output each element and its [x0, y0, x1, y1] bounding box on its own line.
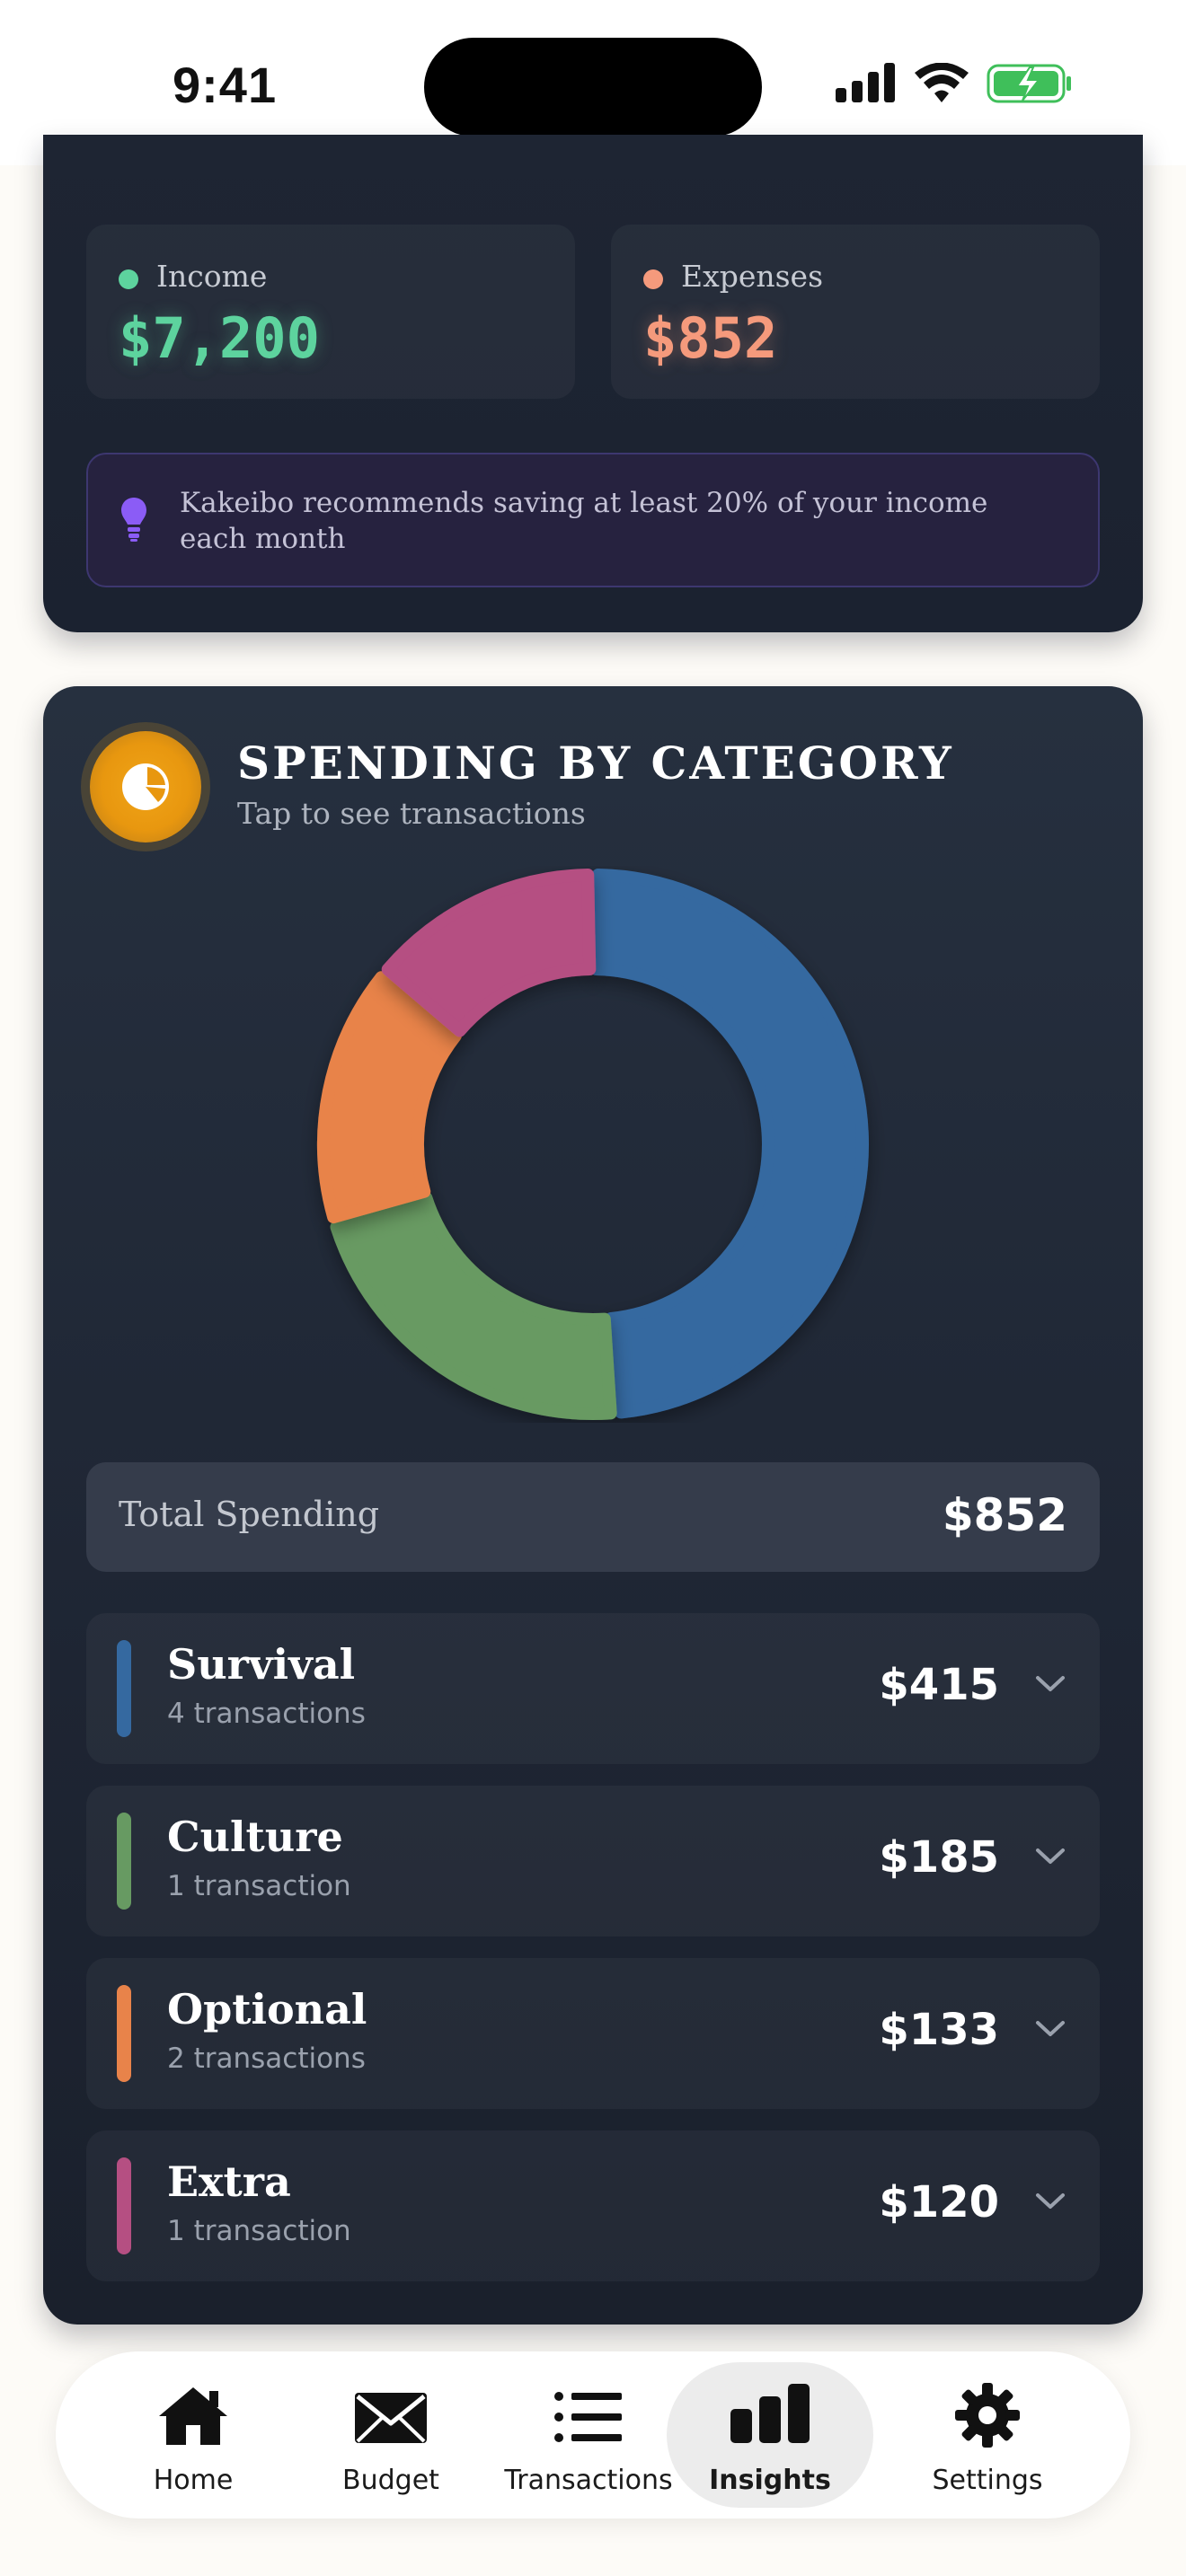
category-name: Survival	[167, 1640, 356, 1689]
chevron-down-icon[interactable]	[1035, 1674, 1066, 1694]
category-row-culture[interactable]: Culture 1 transaction $185	[86, 1786, 1100, 1936]
status-icons	[836, 63, 1078, 108]
category-color-bar	[117, 1640, 131, 1737]
gear-icon	[955, 2383, 1020, 2448]
tab-budget[interactable]: Budget	[288, 2362, 494, 2508]
envelope-icon	[355, 2393, 427, 2443]
income-label: Income	[156, 259, 268, 294]
chevron-down-icon[interactable]	[1035, 1847, 1066, 1866]
tab-bar: Home Budget Transactions Insights Settin…	[56, 2351, 1130, 2519]
category-count: 2 transactions	[167, 2042, 366, 2075]
chevron-down-icon[interactable]	[1035, 2192, 1066, 2211]
category-row-survival[interactable]: Survival 4 transactions $415	[86, 1613, 1100, 1764]
category-color-bar	[117, 1985, 131, 2082]
chevron-down-icon[interactable]	[1035, 2019, 1066, 2039]
income-dot	[119, 269, 138, 289]
section-subtitle: Tap to see transactions	[237, 796, 586, 831]
total-spending-label: Total Spending	[119, 1495, 380, 1534]
bar-chart-icon	[730, 2384, 810, 2443]
section-title: SPENDING BY CATEGORY	[237, 737, 954, 790]
pie-chart-badge	[90, 731, 201, 842]
category-color-bar	[117, 2157, 131, 2254]
category-name: Optional	[167, 1985, 367, 2033]
pie-chart-icon	[122, 763, 169, 810]
home-icon	[159, 2387, 227, 2445]
tab-insights[interactable]: Insights	[667, 2362, 873, 2508]
expenses-label: Expenses	[681, 259, 824, 294]
income-stat: Income $7,200	[86, 225, 575, 399]
category-name: Culture	[167, 1813, 343, 1861]
category-count: 1 transaction	[167, 1870, 351, 1902]
category-name: Extra	[167, 2157, 291, 2206]
summary-card: Income $7,200 Expenses $852 Kakeibo reco…	[43, 135, 1143, 632]
category-row-optional[interactable]: Optional 2 transactions $133	[86, 1958, 1100, 2109]
category-amount: $120	[879, 2177, 999, 2228]
total-spending-row: Total Spending $852	[86, 1462, 1100, 1572]
tab-home[interactable]: Home	[90, 2362, 296, 2508]
status-time: 9:41	[173, 57, 278, 113]
category-amount: $185	[879, 1832, 999, 1883]
category-amount: $133	[879, 2005, 999, 2055]
expenses-stat: Expenses $852	[611, 225, 1100, 399]
wifi-icon	[915, 63, 969, 102]
category-amount: $415	[879, 1660, 999, 1710]
category-color-bar	[117, 1813, 131, 1910]
donut-slice-culture[interactable]	[330, 1191, 617, 1420]
category-count: 4 transactions	[167, 1698, 366, 1730]
savings-tip: Kakeibo recommends saving at least 20% o…	[86, 453, 1100, 587]
donut-slice-survival[interactable]	[589, 869, 869, 1419]
spending-donut-chart	[317, 869, 869, 1420]
category-row-extra[interactable]: Extra 1 transaction $120	[86, 2130, 1100, 2281]
lightbulb-icon	[121, 498, 146, 542]
expenses-dot	[643, 269, 663, 289]
tab-label: Insights	[709, 2465, 831, 2496]
dynamic-island	[424, 38, 762, 137]
list-icon	[554, 2392, 622, 2442]
expenses-value: $852	[643, 305, 778, 371]
spending-card: SPENDING BY CATEGORY Tap to see transact…	[43, 686, 1143, 2325]
total-spending-value: $852	[942, 1489, 1067, 1541]
cellular-signal-icon	[836, 63, 895, 102]
income-value: $7,200	[119, 305, 320, 371]
tab-settings[interactable]: Settings	[884, 2362, 1091, 2508]
battery-charging-icon	[987, 64, 1071, 103]
tip-text: Kakeibo recommends saving at least 20% o…	[180, 487, 988, 555]
category-count: 1 transaction	[167, 2215, 351, 2247]
tab-label: Settings	[932, 2465, 1043, 2496]
